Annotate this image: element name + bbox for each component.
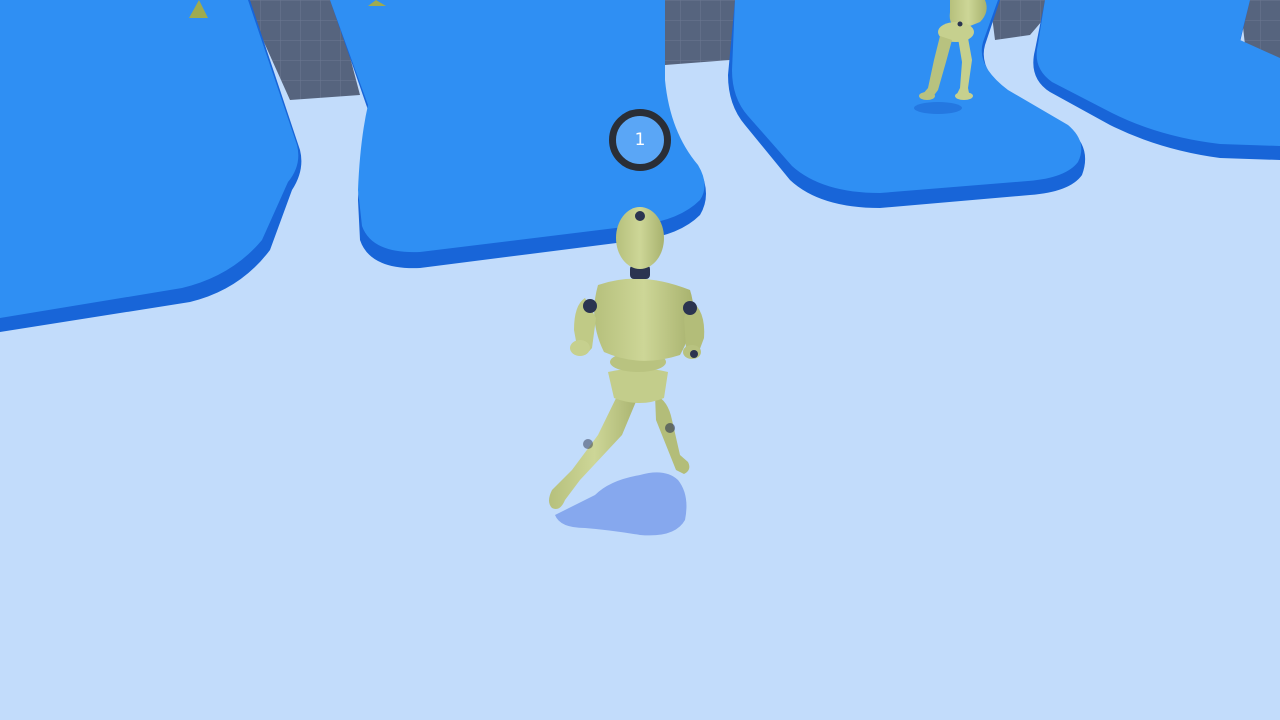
- player-number-marker: 1: [609, 109, 671, 171]
- player-number-label: 1: [634, 130, 646, 150]
- game-scene: [0, 0, 1280, 720]
